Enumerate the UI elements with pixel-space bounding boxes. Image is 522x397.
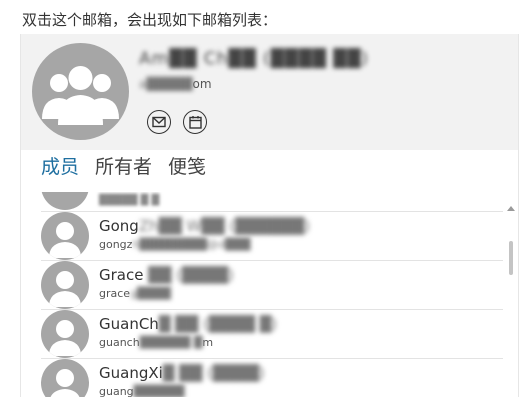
group-email-suffix: om (192, 77, 212, 91)
calendar-button[interactable] (183, 110, 207, 134)
scroll-thumb[interactable] (509, 241, 513, 275)
group-name: Am██ Ch██ (████ ██) (139, 49, 370, 69)
member-list: █████ █ █ GongZh██ W██ (██████) gongzh██… (41, 192, 503, 397)
list-item[interactable]: GuanCh█ ██ (████ █) guanch██████ █m (41, 310, 503, 359)
avatar (41, 359, 89, 397)
group-avatar (32, 43, 129, 140)
contact-group-card: Am██ Ch██ (████ ██) a█████om 成员 所有者 便笺 █… (20, 34, 519, 397)
person-icon (50, 369, 80, 397)
member-name: GuanCh█ ██ (████ █) (99, 315, 278, 333)
avatar (41, 310, 89, 358)
send-mail-button[interactable] (147, 110, 171, 134)
member-email: gongzh████████@d███ (99, 238, 251, 251)
caption-text: 双击这个邮箱，会出现如下邮箱列表： (22, 11, 278, 29)
group-people-icon (42, 66, 119, 125)
list-item-label: █████ █ █ (99, 195, 160, 206)
calendar-icon (188, 116, 202, 129)
person-icon (49, 320, 81, 356)
list-item[interactable]: GongZh██ W██ (██████) gongzh████████@d██… (41, 212, 503, 261)
member-name: GuangXi█ ██ (████) (99, 364, 265, 382)
group-email: a█████om (139, 77, 212, 91)
tab-members[interactable]: 成员 (41, 152, 79, 182)
person-icon (49, 222, 81, 258)
member-email: guang██████ (99, 385, 185, 397)
avatar (41, 192, 89, 210)
scroll-up-arrow-icon[interactable] (507, 206, 515, 211)
list-item[interactable]: Grace ██ (████) graceg████ (41, 261, 503, 310)
avatar (41, 212, 89, 260)
group-tabs: 成员 所有者 便笺 (41, 152, 206, 182)
member-email: guanch██████ █m (99, 336, 214, 349)
avatar (41, 261, 89, 309)
group-header: Am██ Ch██ (████ ██) a█████om (21, 34, 518, 150)
list-item[interactable]: █████ █ █ (41, 192, 503, 212)
member-name: Grace ██ (████) (99, 266, 234, 284)
member-email: graceg████ (99, 287, 171, 300)
person-icon (49, 271, 81, 307)
mail-icon (152, 116, 166, 128)
list-item[interactable]: GuangXi█ ██ (████) guang██████ (41, 359, 503, 397)
list-scrollbar[interactable] (507, 206, 515, 397)
tab-notes[interactable]: 便笺 (168, 152, 206, 182)
tab-owners[interactable]: 所有者 (95, 152, 152, 182)
member-name: GongZh██ W██ (██████) (99, 217, 311, 235)
group-email-blurred: a█████ (139, 77, 193, 91)
